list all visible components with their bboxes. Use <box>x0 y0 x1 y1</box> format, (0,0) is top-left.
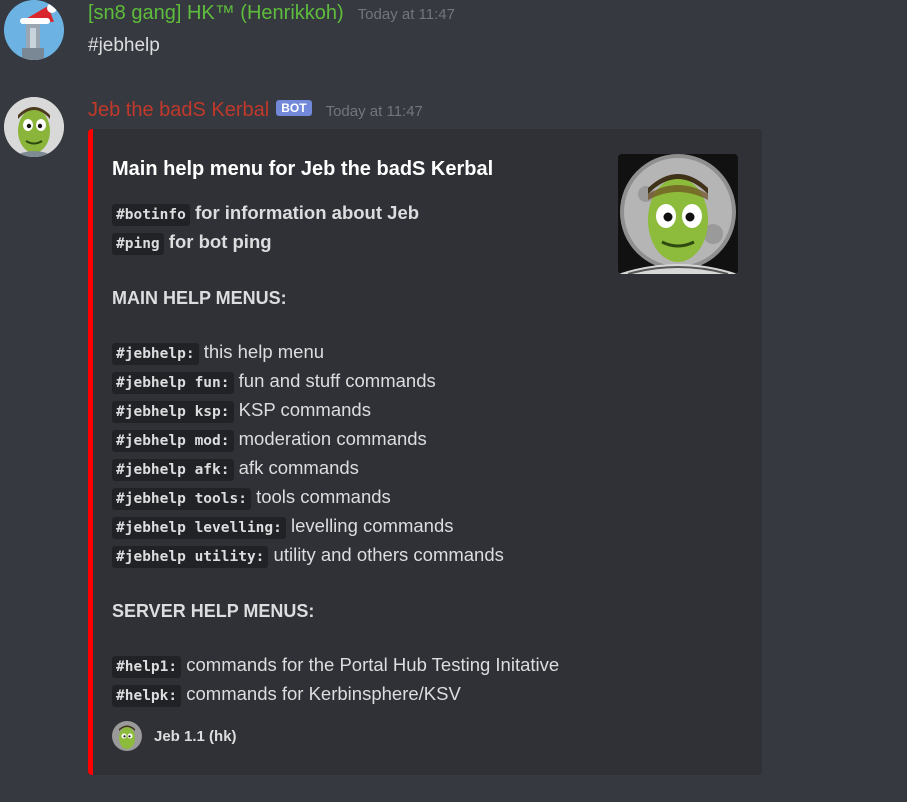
username-jeb[interactable]: Jeb the badS Kerbal <box>88 99 269 122</box>
message-content: #jebhelp <box>88 35 160 56</box>
command-code: #helpk: <box>112 685 182 707</box>
command-code: #jebhelp levelling: <box>112 517 286 539</box>
command-code: #jebhelp: <box>112 343 199 365</box>
bot-avatar-icon[interactable] <box>4 97 64 157</box>
command-description: utility and others commands <box>273 544 504 565</box>
command-description: for information about Jeb <box>194 202 420 223</box>
command-description: fun and stuff commands <box>238 370 436 391</box>
message-timestamp: Today at 11:47 <box>357 6 455 23</box>
command-description: KSP commands <box>238 399 371 420</box>
server-help-item: #help1: commands for the Portal Hub Test… <box>112 651 559 679</box>
help-menu-item: #jebhelp ksp: KSP commands <box>112 396 371 424</box>
command-code: #jebhelp afk: <box>112 459 234 481</box>
help-menu-item: #jebhelp fun: fun and stuff commands <box>112 367 436 395</box>
command-description: afk commands <box>238 457 359 478</box>
help-menu-item: #jebhelp: this help menu <box>112 338 324 366</box>
embed-color-bar <box>88 129 93 775</box>
message-timestamp: Today at 11:47 <box>325 103 423 120</box>
command-code: #jebhelp fun: <box>112 372 234 394</box>
command-description: levelling commands <box>291 515 454 536</box>
main-help-heading: MAIN HELP MENUS: <box>112 288 287 308</box>
user-avatar-icon[interactable] <box>4 0 64 60</box>
command-description: commands for Kerbinsphere/KSV <box>186 683 461 704</box>
command-code: #jebhelp mod: <box>112 430 234 452</box>
help-embed: Main help menu for Jeb the badS Kerbal #… <box>88 129 762 775</box>
command-code: #jebhelp utility: <box>112 546 269 568</box>
embed-title: Main help menu for Jeb the badS Kerbal <box>112 158 494 180</box>
command-description: moderation commands <box>238 428 427 449</box>
help-menu-item: #jebhelp tools: tools commands <box>112 483 391 511</box>
help-menu-item: #jebhelp levelling: levelling commands <box>112 512 453 540</box>
command-code: #help1: <box>112 656 182 678</box>
command-code: #ping <box>112 233 164 255</box>
kerbal-footer-icon <box>112 721 142 751</box>
bot-tag-badge: BOT <box>276 100 312 116</box>
embed-footer: Jeb 1.1 (hk) <box>112 721 237 751</box>
help-menu-item: #jebhelp utility: utility and others com… <box>112 541 504 569</box>
embed-footer-text: Jeb 1.1 (hk) <box>154 727 237 745</box>
command-description: for bot ping <box>168 231 272 252</box>
command-description: tools commands <box>256 486 391 507</box>
help-menu-item: #jebhelp mod: moderation commands <box>112 425 427 453</box>
server-help-item: #helpk: commands for Kerbinsphere/KSV <box>112 680 461 708</box>
kerbal-thumbnail-icon[interactable] <box>618 154 738 274</box>
embed-intro-line: #botinfo for information about Jeb <box>112 199 419 227</box>
server-help-heading: SERVER HELP MENUS: <box>112 601 315 621</box>
embed-intro-line: #ping for bot ping <box>112 228 272 256</box>
help-menu-item: #jebhelp afk: afk commands <box>112 454 359 482</box>
command-code: #botinfo <box>112 204 190 226</box>
command-description: this help menu <box>203 341 325 362</box>
command-code: #jebhelp tools: <box>112 488 251 510</box>
command-code: #jebhelp ksp: <box>112 401 234 423</box>
command-description: commands for the Portal Hub Testing Init… <box>186 654 560 675</box>
username-henrikkoh[interactable]: [sn8 gang] HK™ (Henrikkoh) <box>88 2 344 25</box>
